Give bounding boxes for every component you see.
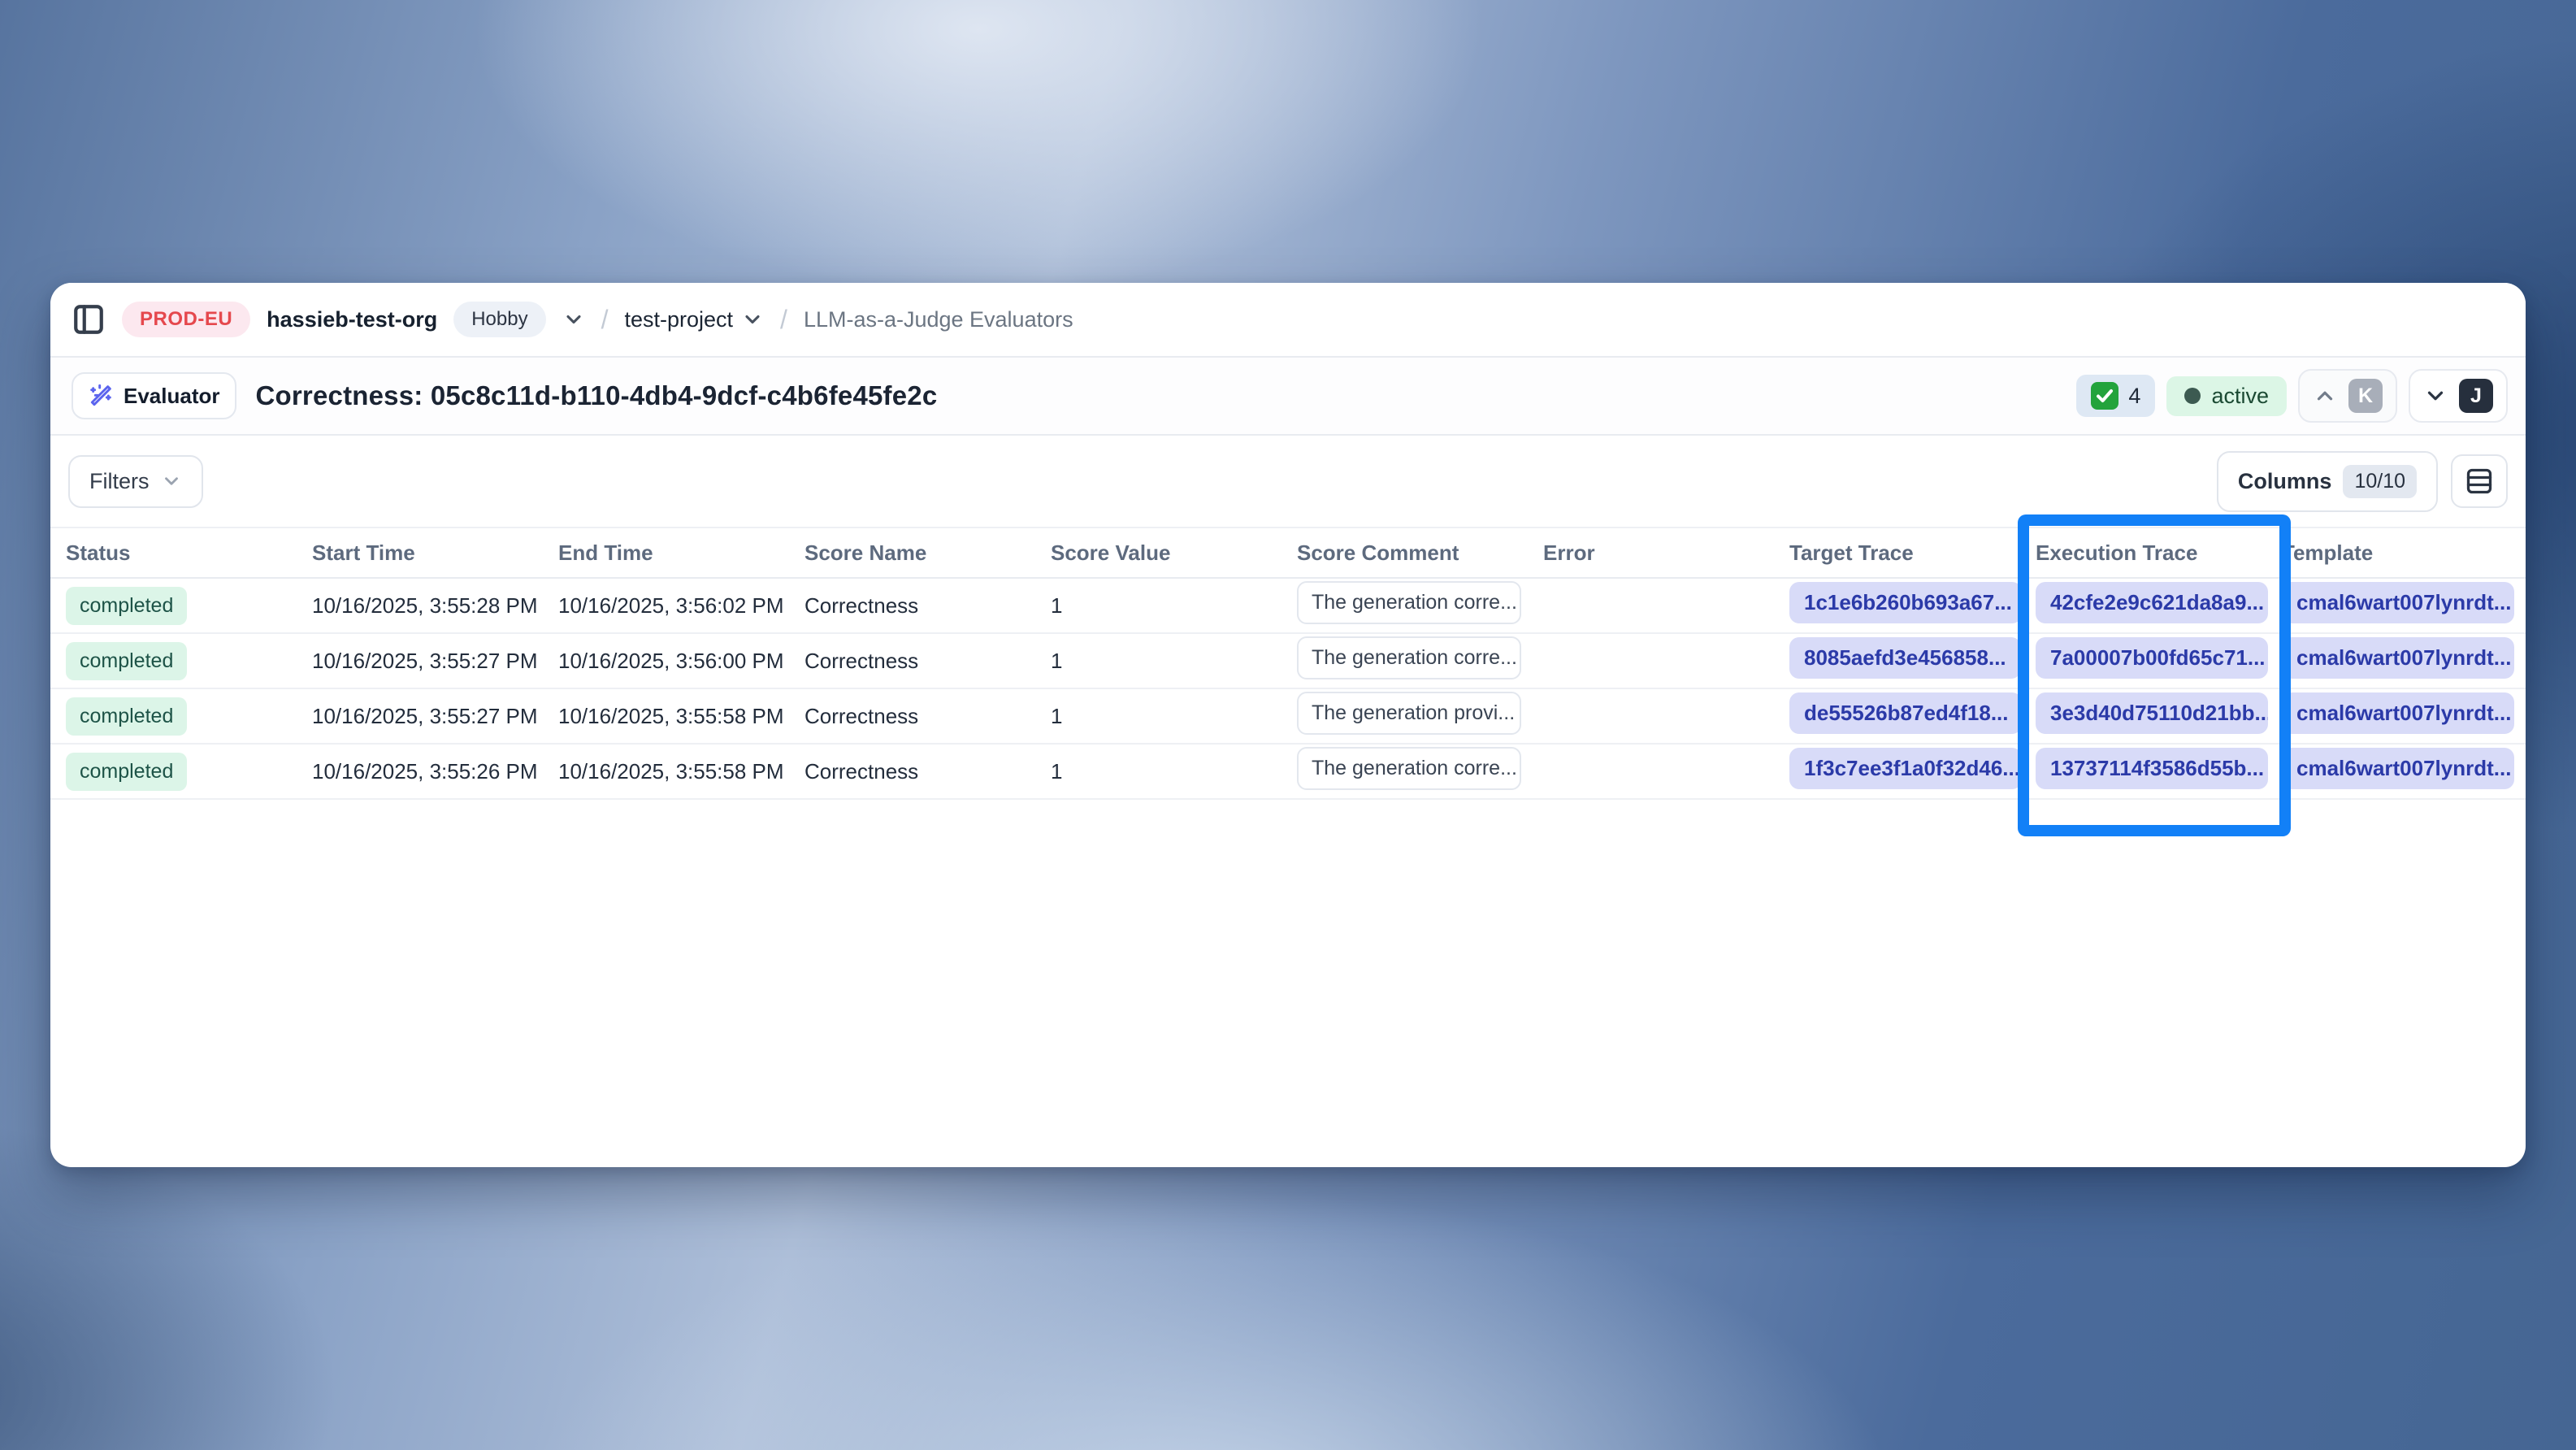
start-time-cell: 10/16/2025, 3:55:26 PM xyxy=(312,759,558,784)
column-header-start-time[interactable]: Start Time xyxy=(312,540,558,566)
evaluator-header: Evaluator Correctness: 05c8c11d-b110-4db… xyxy=(50,358,2526,436)
table-row[interactable]: completed 10/16/2025, 3:55:27 PM 10/16/2… xyxy=(50,634,2526,689)
template-link[interactable]: cmal6wart007lynrdt... xyxy=(2282,637,2514,679)
evaluator-type-badge: Evaluator xyxy=(72,372,236,419)
toolbar-right: Columns 10/10 xyxy=(2217,451,2508,512)
table-row[interactable]: completed 10/16/2025, 3:55:26 PM 10/16/2… xyxy=(50,745,2526,800)
app-window: PROD-EU hassieb-test-org Hobby / test-pr… xyxy=(50,283,2526,1167)
environment-badge: PROD-EU xyxy=(122,302,250,337)
table-toolbar: Filters Columns 10/10 xyxy=(50,436,2526,527)
table-body: completed 10/16/2025, 3:55:28 PM 10/16/2… xyxy=(50,579,2526,800)
start-time-cell: 10/16/2025, 3:55:28 PM xyxy=(312,593,558,619)
results-table: Status Start Time End Time Score Name Sc… xyxy=(50,527,2526,800)
end-time-cell: 10/16/2025, 3:55:58 PM xyxy=(558,704,804,729)
success-count-badge: 4 xyxy=(2076,375,2155,417)
status-badge: completed xyxy=(66,697,187,736)
status-badge: completed xyxy=(66,642,187,680)
breadcrumb-page: LLM-as-a-Judge Evaluators xyxy=(804,307,1073,332)
score-value-cell: 1 xyxy=(1051,704,1297,729)
score-value-cell: 1 xyxy=(1051,759,1297,784)
template-link[interactable]: cmal6wart007lynrdt... xyxy=(2282,692,2514,734)
status-badge: completed xyxy=(66,753,187,791)
table-row[interactable]: completed 10/16/2025, 3:55:27 PM 10/16/2… xyxy=(50,689,2526,745)
previous-row-button[interactable]: K xyxy=(2298,369,2397,423)
breadcrumb-org[interactable]: hassieb-test-org xyxy=(267,307,437,332)
breadcrumb: PROD-EU hassieb-test-org Hobby / test-pr… xyxy=(50,283,2526,358)
start-time-cell: 10/16/2025, 3:55:27 PM xyxy=(312,649,558,674)
breadcrumb-project: test-project xyxy=(624,307,733,332)
panel-left-icon xyxy=(72,302,106,336)
shortcut-key-j: J xyxy=(2459,379,2493,413)
status-badge: active xyxy=(2166,376,2287,416)
columns-count-badge: 10/10 xyxy=(2343,465,2417,498)
evaluator-type-label: Evaluator xyxy=(124,384,220,409)
filters-label: Filters xyxy=(89,469,150,494)
execution-trace-link[interactable]: 3e3d40d75110d21bb... xyxy=(2036,692,2268,734)
score-value-cell: 1 xyxy=(1051,649,1297,674)
template-link[interactable]: cmal6wart007lynrdt... xyxy=(2282,748,2514,789)
score-value-cell: 1 xyxy=(1051,593,1297,619)
org-switcher-button[interactable] xyxy=(562,308,585,331)
shortcut-key-k: K xyxy=(2348,379,2383,413)
status-dot-icon xyxy=(2184,388,2201,404)
page-title: Correctness: 05c8c11d-b110-4db4-9dcf-c4b… xyxy=(256,380,938,411)
end-time-cell: 10/16/2025, 3:56:02 PM xyxy=(558,593,804,619)
status-badge: completed xyxy=(66,587,187,625)
table-row[interactable]: completed 10/16/2025, 3:55:28 PM 10/16/2… xyxy=(50,579,2526,634)
chevron-down-icon xyxy=(741,308,764,331)
column-header-execution-trace[interactable]: Execution Trace xyxy=(2036,540,2282,566)
column-header-error[interactable]: Error xyxy=(1543,540,1789,566)
header-actions: 4 active K J xyxy=(2076,369,2508,423)
column-header-score-comment[interactable]: Score Comment xyxy=(1297,540,1543,566)
column-header-template[interactable]: Template xyxy=(2282,540,2526,566)
columns-label: Columns xyxy=(2238,469,2332,494)
template-link[interactable]: cmal6wart007lynrdt... xyxy=(2282,582,2514,623)
execution-trace-link[interactable]: 42cfe2e9c621da8a9... xyxy=(2036,582,2268,623)
rows-icon xyxy=(2465,467,2494,496)
score-comment-chip[interactable]: The generation corre... xyxy=(1297,747,1521,790)
score-comment-chip[interactable]: The generation corre... xyxy=(1297,636,1521,679)
filters-button[interactable]: Filters xyxy=(68,455,203,508)
breadcrumb-separator: / xyxy=(780,305,787,335)
score-name-cell: Correctness xyxy=(804,704,1051,729)
table-header-row: Status Start Time End Time Score Name Sc… xyxy=(50,527,2526,579)
success-count: 4 xyxy=(2128,384,2140,409)
column-header-end-time[interactable]: End Time xyxy=(558,540,804,566)
execution-trace-link[interactable]: 13737114f3586d55b... xyxy=(2036,748,2268,789)
score-name-cell: Correctness xyxy=(804,649,1051,674)
chevron-down-icon xyxy=(562,308,585,331)
score-name-cell: Correctness xyxy=(804,759,1051,784)
wand-sparkles-icon xyxy=(88,383,114,409)
breadcrumb-separator: / xyxy=(601,305,609,335)
columns-button[interactable]: Columns 10/10 xyxy=(2217,451,2438,512)
project-switcher-button[interactable]: test-project xyxy=(624,307,764,332)
target-trace-link[interactable]: 1f3c7ee3f1a0f32d46... xyxy=(1789,748,2022,789)
column-header-score-value[interactable]: Score Value xyxy=(1051,540,1297,566)
target-trace-link[interactable]: de55526b87ed4f18... xyxy=(1789,692,2022,734)
check-mark-icon xyxy=(2091,382,2118,410)
target-trace-link[interactable]: 1c1e6b260b693a67... xyxy=(1789,582,2022,623)
target-trace-link[interactable]: 8085aefd3e456858... xyxy=(1789,637,2021,679)
score-name-cell: Correctness xyxy=(804,593,1051,619)
column-header-target-trace[interactable]: Target Trace xyxy=(1789,540,2036,566)
column-header-score-name[interactable]: Score Name xyxy=(804,540,1051,566)
column-header-status[interactable]: Status xyxy=(66,540,312,566)
end-time-cell: 10/16/2025, 3:55:58 PM xyxy=(558,759,804,784)
end-time-cell: 10/16/2025, 3:56:00 PM xyxy=(558,649,804,674)
score-comment-chip[interactable]: The generation corre... xyxy=(1297,581,1521,624)
execution-trace-link[interactable]: 7a00007b00fd65c71... xyxy=(2036,637,2268,679)
start-time-cell: 10/16/2025, 3:55:27 PM xyxy=(312,704,558,729)
row-height-button[interactable] xyxy=(2451,454,2508,508)
status-label: active xyxy=(2211,384,2269,409)
chevron-down-icon xyxy=(161,471,182,492)
chevron-down-icon xyxy=(2423,384,2448,408)
sidebar-toggle-button[interactable] xyxy=(72,302,106,336)
plan-badge: Hobby xyxy=(453,302,545,337)
next-row-button[interactable]: J xyxy=(2409,369,2508,423)
chevron-up-icon xyxy=(2313,384,2337,408)
score-comment-chip[interactable]: The generation provi... xyxy=(1297,692,1521,735)
